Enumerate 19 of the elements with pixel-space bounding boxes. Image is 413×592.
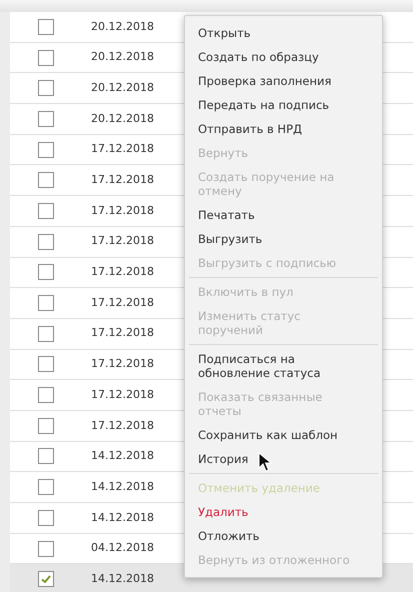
date-cell-text: 17.12.2018	[91, 264, 154, 280]
date-cell-text: 17.12.2018	[91, 325, 154, 342]
date-cell-text: 20.12.2018	[91, 18, 154, 35]
date-cell-text: 17.12.2018	[91, 233, 154, 250]
date-cell-text: 14.12.2018	[91, 510, 154, 526]
date-cell-text: 14.12.2018	[91, 448, 154, 464]
date-cell-text: 17.12.2018	[91, 172, 154, 188]
date-cell-text: 20.12.2018	[91, 49, 154, 66]
date-cell-text: 20.12.2018	[91, 80, 154, 96]
date-cell-text: 17.12.2018	[91, 386, 154, 403]
date-cell-text: 17.12.2018	[91, 294, 154, 311]
date-cell-text: 17.12.2018	[91, 356, 154, 372]
date-cell-text: 17.12.2018	[91, 418, 154, 434]
date-cell-text: 14.12.2018	[91, 570, 154, 587]
date-cell-text: 04.12.2018	[91, 540, 154, 556]
date-cell-text: 20.12.2018	[91, 110, 154, 127]
date-cell-text: 17.12.2018	[91, 202, 154, 219]
date-cell-text: 14.12.2018	[91, 478, 154, 495]
date-cell-text: 17.12.2018	[91, 141, 154, 158]
